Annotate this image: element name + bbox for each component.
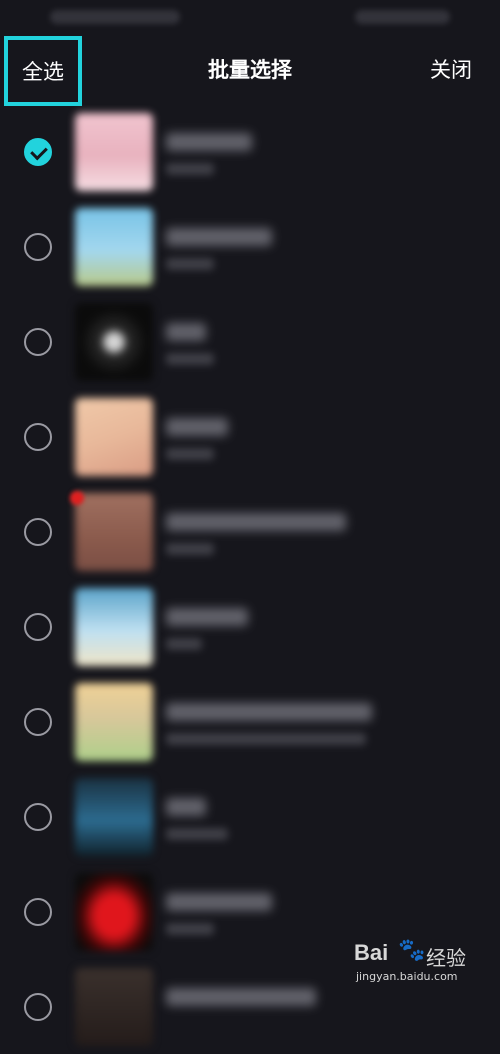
- checkbox-icon[interactable]: [24, 328, 52, 356]
- cover-thumbnail: [75, 968, 153, 1046]
- cover-thumbnail: [75, 303, 153, 381]
- checkbox-checked-icon[interactable]: [24, 138, 52, 166]
- item-subtitle-blurred: [166, 638, 202, 650]
- list-item[interactable]: [0, 200, 500, 294]
- checkbox-icon[interactable]: [24, 708, 52, 736]
- item-subtitle-blurred: [166, 258, 214, 270]
- status-bar: [0, 0, 500, 30]
- item-title-blurred: [166, 893, 272, 911]
- close-button[interactable]: 关闭: [430, 54, 472, 84]
- item-title-blurred: [166, 323, 206, 341]
- item-title-blurred: [166, 228, 272, 246]
- cover-thumbnail: [75, 398, 153, 476]
- checkbox-icon[interactable]: [24, 993, 52, 1021]
- list-item[interactable]: [0, 770, 500, 864]
- status-bar-time: [50, 10, 180, 24]
- item-subtitle-blurred: [166, 163, 214, 175]
- list-item[interactable]: [0, 105, 500, 199]
- item-subtitle-blurred: [166, 828, 228, 840]
- item-title-blurred: [166, 608, 248, 626]
- baidu-jingyan-watermark: Bai 🐾 经验 jingyan.baidu.com: [354, 938, 484, 988]
- red-badge-icon: [70, 491, 84, 505]
- item-title-blurred: [166, 703, 372, 721]
- watermark-url: jingyan.baidu.com: [356, 970, 458, 983]
- cover-thumbnail: [75, 208, 153, 286]
- item-title-blurred: [166, 418, 228, 436]
- cover-thumbnail: [75, 778, 153, 856]
- item-subtitle-blurred: [166, 543, 214, 555]
- item-title-blurred: [166, 988, 316, 1006]
- checkbox-icon[interactable]: [24, 898, 52, 926]
- cover-thumbnail: [75, 683, 153, 761]
- watermark-suffix: 经验: [426, 946, 466, 970]
- item-subtitle-blurred: [166, 353, 214, 365]
- list-item[interactable]: [0, 485, 500, 579]
- checkbox-icon[interactable]: [24, 233, 52, 261]
- cover-thumbnail: [75, 493, 153, 571]
- checkbox-icon[interactable]: [24, 518, 52, 546]
- item-title-blurred: [166, 798, 206, 816]
- list-item[interactable]: [0, 390, 500, 484]
- status-bar-indicators: [355, 10, 450, 24]
- checkbox-icon[interactable]: [24, 613, 52, 641]
- list-item[interactable]: [0, 580, 500, 674]
- list-item[interactable]: [0, 675, 500, 769]
- item-subtitle-blurred: [166, 448, 214, 460]
- cover-thumbnail: [75, 873, 153, 951]
- paw-icon: 🐾: [398, 938, 426, 963]
- cover-thumbnail: [75, 588, 153, 666]
- header: 全选 批量选择 关闭: [0, 36, 500, 110]
- page-title: 批量选择: [208, 58, 292, 82]
- item-title-blurred: [166, 133, 252, 151]
- item-subtitle-blurred: [166, 923, 214, 935]
- checkbox-icon[interactable]: [24, 803, 52, 831]
- checkbox-icon[interactable]: [24, 423, 52, 451]
- item-title-blurred: [166, 513, 346, 531]
- item-subtitle-blurred: [166, 733, 366, 745]
- list-item[interactable]: [0, 295, 500, 389]
- watermark-brand: Bai: [354, 940, 389, 965]
- cover-thumbnail: [75, 113, 153, 191]
